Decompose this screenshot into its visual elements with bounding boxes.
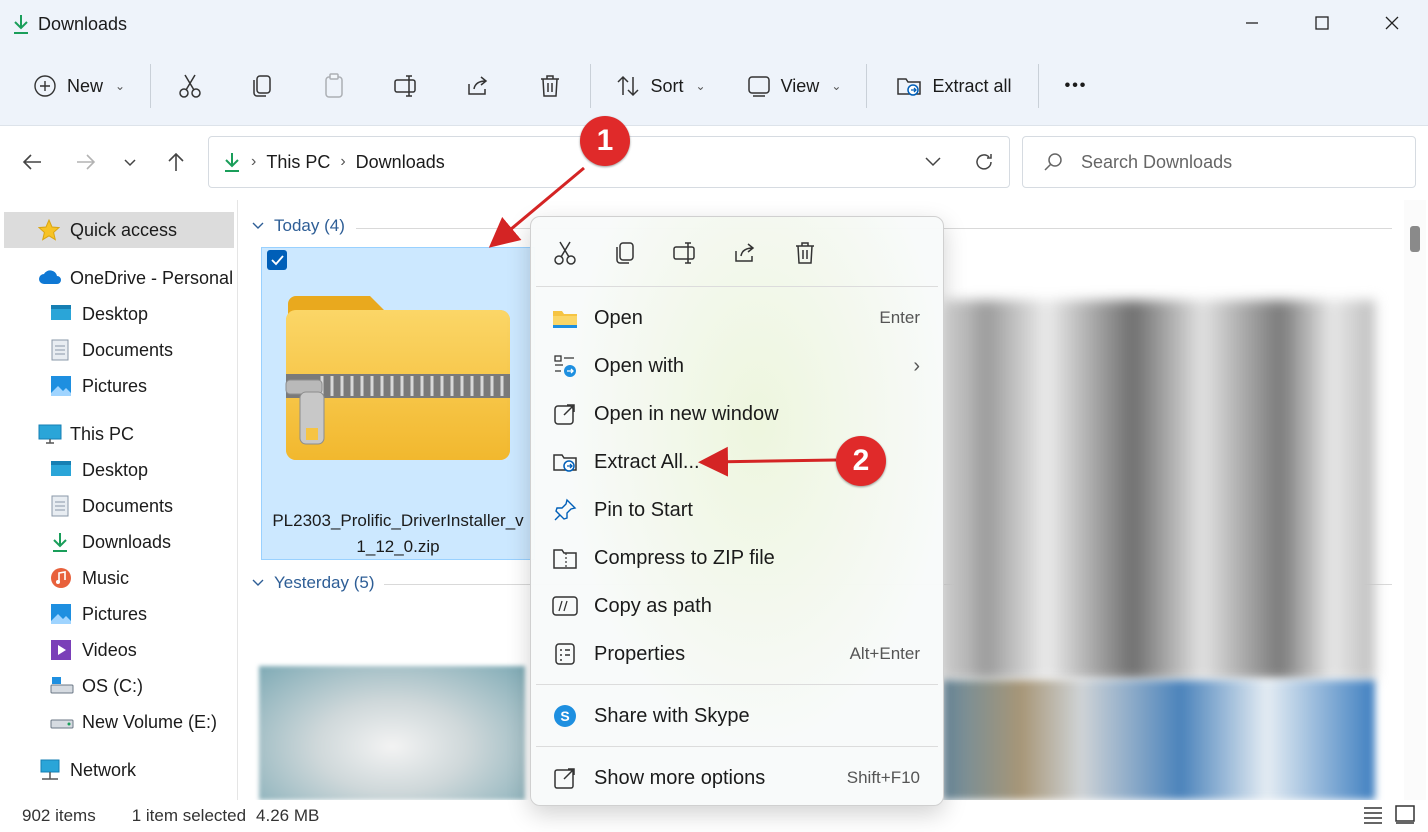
annotation-badge-2: 2 <box>836 436 886 486</box>
annotation-badge-1: 1 <box>580 116 630 166</box>
annotation-arrows <box>488 166 837 477</box>
